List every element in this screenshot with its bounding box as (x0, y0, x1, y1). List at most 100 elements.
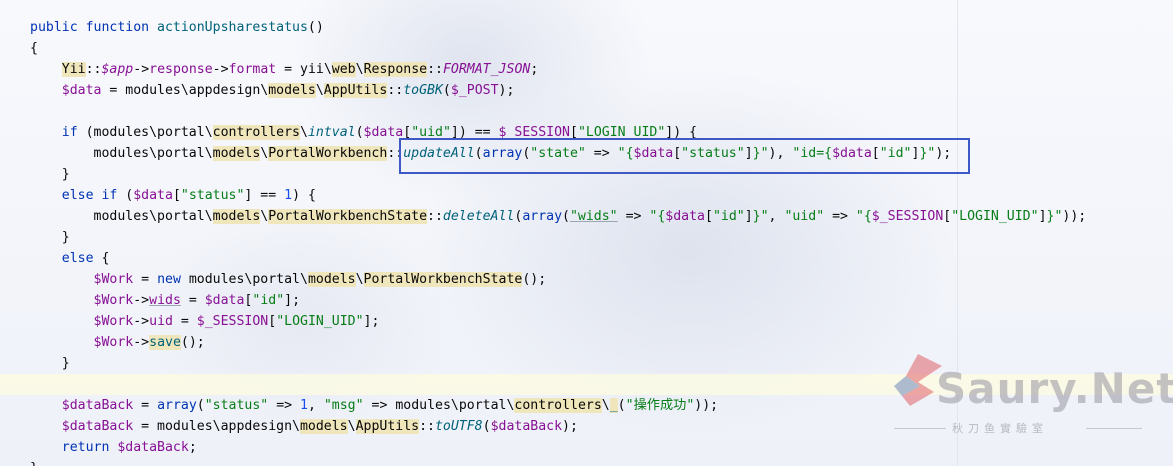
code-token: = (172, 314, 197, 329)
code-token: } (30, 230, 70, 245)
code-token: ( (355, 125, 364, 140)
code-token: response (149, 62, 213, 77)
code-line[interactable]: $Work = new modules\portal\models\Portal… (30, 269, 546, 290)
code-token: => (268, 398, 301, 413)
code-token: array (522, 209, 563, 224)
code-token: modules\portal\ (30, 209, 213, 224)
code-token: Response (363, 62, 428, 77)
code-token: controllers (212, 125, 300, 140)
code-token: [ (704, 209, 713, 224)
code-token: if (61, 125, 78, 140)
code-token: "LOGIN_UID" (951, 209, 1039, 224)
code-token: Yii (61, 62, 86, 77)
code-token: new (157, 272, 181, 287)
code-line[interactable]: $dataBack = modules\appdesign\models\App… (30, 416, 578, 437)
code-token: :: (85, 62, 102, 77)
code-token: models (268, 83, 316, 98)
code-token: 1 (284, 188, 293, 203)
code-token: public function (30, 20, 158, 35)
code-token: -> (133, 314, 150, 329)
code-token: () (307, 20, 324, 35)
code-token: ( (562, 209, 570, 224)
code-token: }" (752, 209, 769, 224)
code-token: else (61, 251, 94, 266)
code-token: AppUtils (323, 83, 388, 98)
code-token: } (30, 461, 38, 466)
annotation-highlight-box (399, 138, 970, 174)
code-token: $dataBack (490, 419, 563, 434)
code-token: => modules\portal\ (363, 398, 515, 413)
code-token: (); (522, 272, 547, 287)
code-token: "status" (204, 398, 269, 413)
code-token: :: (427, 62, 443, 77)
code-token: "msg" (323, 398, 364, 413)
code-token: PortalWorkbench (268, 146, 388, 161)
code-line[interactable]: else { (30, 248, 110, 269)
code-token: $_POST (450, 83, 499, 98)
code-line[interactable]: else if ($data["status"] == 1) { (30, 185, 316, 206)
code-token: "uid" (784, 209, 825, 224)
code-token: toGBK (403, 83, 443, 98)
code-token: FORMAT_JSON (442, 62, 531, 77)
code-token: } (30, 356, 70, 371)
code-line[interactable]: $Work->uid = $_SESSION["LOGIN_UID"]; (30, 311, 380, 332)
code-line[interactable]: Yii::$app->response->format = yii\web\Re… (30, 59, 538, 80)
code-token: = modules\appdesign\ (133, 419, 300, 434)
code-line[interactable]: } (30, 164, 70, 185)
code-line[interactable]: public function actionUpsharestatus() (30, 17, 324, 38)
code-token: } (30, 167, 70, 182)
code-token: 1 (300, 398, 308, 413)
code-token: return (61, 440, 110, 455)
code-token: wids (149, 293, 181, 308)
code-token: \ (315, 83, 324, 98)
code-token: "id" (712, 209, 745, 224)
code-token: => (617, 209, 650, 224)
code-token: ( (196, 398, 205, 413)
code-line[interactable]: $Work->save(); (30, 332, 205, 353)
code-token: = (133, 398, 158, 413)
code-token: -> (133, 335, 150, 350)
watermark-rule-left (894, 428, 946, 429)
code-token: = yii\ (276, 62, 332, 77)
code-token: $_SESSION (871, 209, 944, 224)
code-line[interactable]: $dataBack = array("status" => 1, "msg" =… (30, 395, 718, 416)
code-token: web (331, 62, 356, 77)
code-line[interactable]: { (30, 38, 38, 59)
code-token: [ (172, 188, 181, 203)
code-line[interactable]: $data = modules\appdesign\models\AppUtil… (30, 80, 514, 101)
code-line[interactable]: modules\portal\models\PortalWorkbenchSta… (30, 206, 1086, 227)
code-token: PortalWorkbenchState (268, 209, 428, 224)
code-token: \ (601, 398, 610, 413)
code-line[interactable]: } (30, 353, 70, 374)
code-token: :: (427, 209, 443, 224)
code-line[interactable]: } (30, 227, 70, 248)
code-token: format (228, 62, 277, 77)
code-token: $data (133, 188, 173, 203)
code-token: ( (617, 398, 626, 413)
code-token: "status" (180, 188, 245, 203)
code-token: (modules\portal\ (77, 125, 213, 140)
code-editor[interactable]: public function actionUpsharestatus() { Y… (0, 0, 1173, 466)
code-token: $Work (93, 293, 134, 308)
code-line[interactable]: return $dataBack; (30, 437, 197, 458)
code-token: array (157, 398, 197, 413)
code-token: \ (355, 272, 364, 287)
code-line[interactable]: $Work->wids = $data["id"]; (30, 290, 301, 311)
code-token: :: (387, 83, 404, 98)
code-token: :: (419, 419, 435, 434)
code-line[interactable]: } (30, 458, 38, 466)
code-token: "{ (649, 209, 666, 224)
code-token: -> (212, 62, 229, 77)
code-token: "id" (252, 293, 285, 308)
code-token: $data (665, 209, 705, 224)
code-token: toUTF8 (434, 419, 483, 434)
code-token: models (212, 209, 261, 224)
code-token: )); (694, 398, 719, 413)
